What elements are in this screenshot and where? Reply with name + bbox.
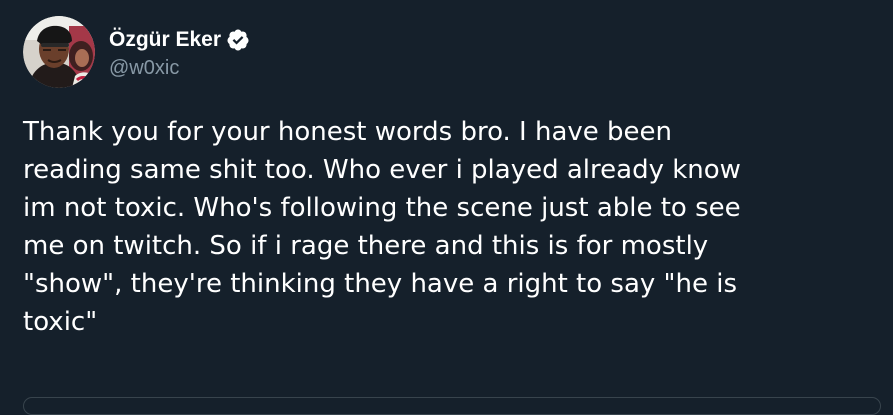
author-names: Özgür Eker @w0xic <box>109 25 250 80</box>
quoted-content-border <box>23 397 881 415</box>
verified-badge-icon <box>227 29 249 50</box>
author-avatar[interactable] <box>23 16 95 88</box>
author-display-name[interactable]: Özgür Eker <box>109 28 221 52</box>
tweet-text: Thank you for your honest words bro. I h… <box>23 117 741 337</box>
avatar-photo-icon <box>23 16 95 88</box>
author-handle[interactable]: @w0xic <box>109 57 250 80</box>
display-name-row: Özgür Eker <box>109 25 250 55</box>
tweet-author-header: Özgür Eker @w0xic <box>23 16 250 88</box>
tweet-card: Özgür Eker @w0xic Thank you for your hon… <box>0 0 893 415</box>
